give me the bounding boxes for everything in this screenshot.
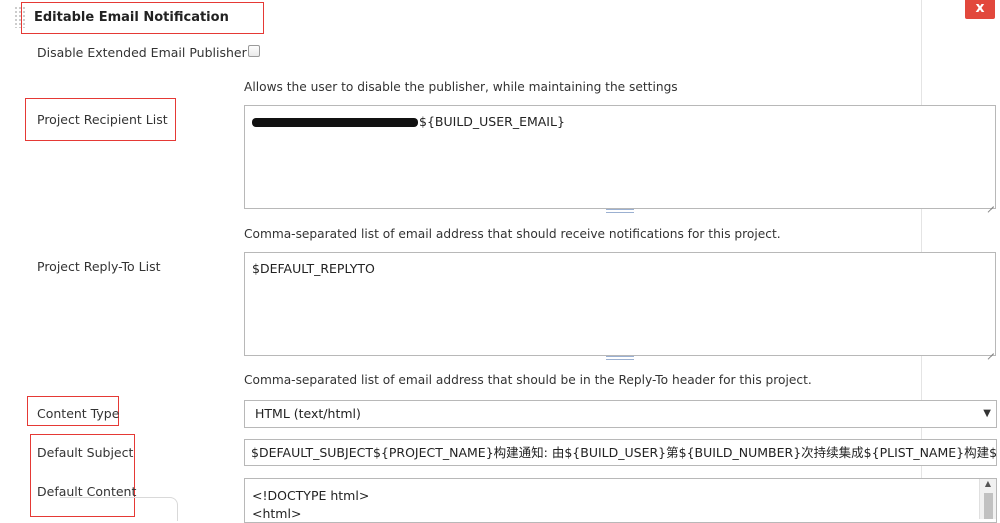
default-content-textarea[interactable]: <!DOCTYPE html> <html> [244,478,997,523]
content-scrollbar[interactable]: ▲ [979,479,996,519]
default-subject-value: $DEFAULT_SUBJECT${PROJECT_NAME}构建通知: 由${… [251,445,997,460]
recipient-list-label: Project Recipient List [37,112,168,127]
default-subject-input[interactable]: $DEFAULT_SUBJECT${PROJECT_NAME}构建通知: 由${… [244,439,997,466]
reply-to-label: Project Reply-To List [37,259,161,274]
content-type-select[interactable]: HTML (text/html) ▼ [244,400,997,428]
chevron-down-icon: ▼ [983,408,991,419]
scroll-thumb[interactable] [984,493,993,519]
disable-publisher-label: Disable Extended Email Publisher [37,45,247,60]
resize-handle-icon[interactable] [985,198,995,208]
content-type-label: Content Type [37,406,120,421]
redacted-email [252,118,418,127]
resize-handle-icon[interactable] [985,345,995,355]
recipient-list-value: ${BUILD_USER_EMAIL} [419,114,565,129]
bottom-left-tab-outline [60,497,178,521]
scroll-up-icon[interactable]: ▲ [980,479,996,488]
reply-to-textarea[interactable]: $DEFAULT_REPLYTO [244,252,996,356]
close-button[interactable]: x [965,0,995,19]
reply-to-value: $DEFAULT_REPLYTO [252,261,375,276]
recipient-list-help: Comma-separated list of email address th… [244,227,781,241]
disable-publisher-help: Allows the user to disable the publisher… [244,80,678,94]
section-title: Editable Email Notification [34,10,229,25]
reply-to-help: Comma-separated list of email address th… [244,373,812,387]
textarea-drag-handle[interactable] [606,209,634,213]
disable-publisher-checkbox[interactable] [248,45,260,57]
content-type-value: HTML (text/html) [255,406,361,421]
textarea-drag-handle[interactable] [606,356,634,360]
default-content-line: <!DOCTYPE html> [252,488,370,503]
default-subject-label: Default Subject [37,445,134,460]
default-content-line: <html> [252,506,302,521]
